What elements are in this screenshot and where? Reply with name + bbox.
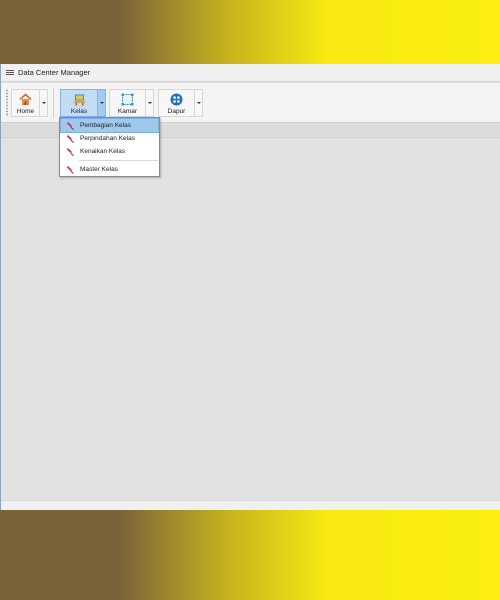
dapur-button[interactable]: Dapur <box>158 89 194 117</box>
menu-item-master-kelas[interactable]: Master Kelas <box>61 163 158 176</box>
kitchen-icon <box>170 93 183 106</box>
toolbar-group-kamar: Kamar <box>109 89 154 117</box>
menu-separator <box>79 160 158 161</box>
hamburger-menu-icon[interactable] <box>6 69 14 76</box>
chevron-down-icon <box>99 102 104 104</box>
menu-item-label: Master Kelas <box>80 166 118 173</box>
kelas-dropdown-arrow[interactable] <box>97 89 106 117</box>
pin-icon <box>63 147 77 156</box>
toolbar-separator <box>53 88 54 118</box>
menu-item-label: Perpindahan Kelas <box>80 135 135 142</box>
kamar-button[interactable]: Kamar <box>109 89 145 117</box>
menu-item-perpindahan-kelas[interactable]: Perpindahan Kelas <box>61 132 158 145</box>
home-button-label: Home <box>16 108 35 115</box>
toolbar-grip[interactable] <box>6 89 8 117</box>
kamar-dropdown-arrow[interactable] <box>145 89 154 117</box>
chevron-down-icon <box>41 102 46 104</box>
window-title: Data Center Manager <box>18 68 91 77</box>
kelas-button[interactable]: Kelas <box>60 89 97 117</box>
title-bar: Data Center Manager <box>1 64 500 82</box>
desktop-background-bottom <box>0 510 500 600</box>
kamar-button-label: Kamar <box>117 108 138 115</box>
chevron-down-icon <box>196 102 201 104</box>
kelas-dropdown-menu: Pembagian Kelas Perpindahan Kelas Kenaik… <box>59 117 160 177</box>
dapur-dropdown-arrow[interactable] <box>194 89 203 117</box>
dapur-button-label: Dapur <box>167 108 186 115</box>
kelas-button-label: Kelas <box>70 108 88 115</box>
pin-icon <box>63 165 77 174</box>
pin-icon <box>63 134 77 143</box>
desktop-background-top <box>0 0 500 64</box>
chevron-down-icon <box>147 102 152 104</box>
status-bar <box>1 500 500 510</box>
pin-icon <box>63 121 77 130</box>
toolbar-group-dapur: Dapur <box>158 89 203 117</box>
toolbar-group-kelas: Kelas <box>60 89 106 117</box>
room-icon <box>121 93 134 106</box>
home-icon <box>19 93 32 106</box>
menu-item-label: Kenaikan Kelas <box>80 148 126 155</box>
home-button[interactable]: Home <box>11 89 39 117</box>
menu-item-pembagian-kelas[interactable]: Pembagian Kelas <box>60 118 159 133</box>
menu-item-label: Pembagian Kelas <box>80 122 131 129</box>
home-dropdown-arrow[interactable] <box>39 89 48 117</box>
menu-item-kenaikan-kelas[interactable]: Kenaikan Kelas <box>61 145 158 158</box>
classroom-icon <box>73 93 86 106</box>
main-content-area <box>1 124 500 500</box>
toolbar-group-home: Home <box>11 89 48 117</box>
